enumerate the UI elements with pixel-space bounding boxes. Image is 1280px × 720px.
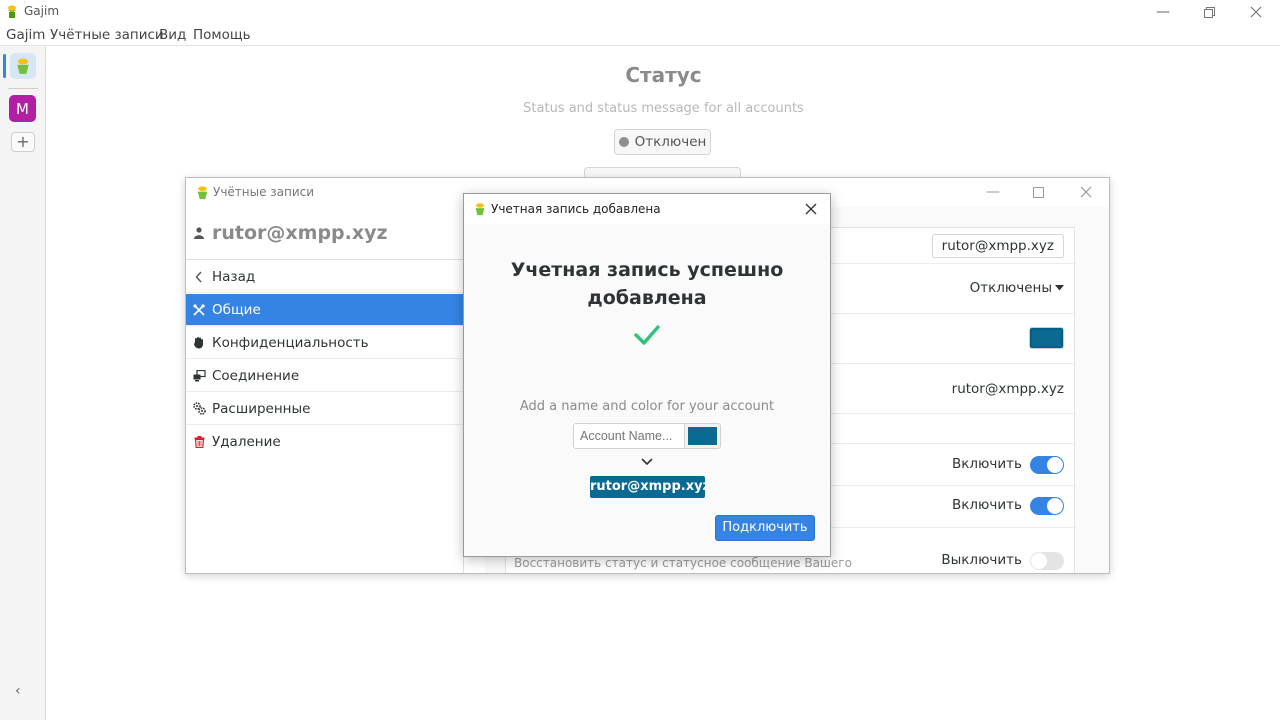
nav-advanced[interactable]: Расширенные — [186, 393, 464, 425]
close-icon[interactable] — [1244, 2, 1268, 22]
user-icon — [194, 227, 204, 239]
chevron-down-icon — [641, 458, 653, 466]
trash-icon — [186, 436, 212, 448]
toggle-2-label: Включить — [952, 497, 1022, 513]
status-selector-button[interactable]: Отключен — [614, 129, 711, 155]
toggle-1-switch[interactable] — [1030, 456, 1064, 474]
accounts-nav-panel: rutor@xmpp.xyz Назад Общие Конфиденциаль… — [186, 207, 464, 573]
sidebar-divider — [8, 88, 38, 89]
connect-button[interactable]: Подключить — [715, 515, 815, 541]
account-color-picker[interactable] — [684, 423, 721, 449]
menubar: Gajim Учётные записи Вид Помощь — [0, 24, 1280, 46]
nav-general-label: Общие — [212, 301, 261, 318]
gears-icon — [186, 402, 212, 415]
account-color-button[interactable] — [1029, 327, 1064, 349]
toggle-3-switch[interactable] — [1030, 552, 1064, 570]
nav-privacy[interactable]: Конфиденциальность — [186, 327, 464, 359]
account-added-dialog: Учетная запись добавлена Учетная запись … — [463, 193, 831, 557]
menu-help[interactable]: Помощь — [193, 27, 251, 43]
dialog-title: Учетная запись добавлена — [491, 202, 661, 216]
hand-icon — [186, 336, 212, 349]
gajim-logo-icon — [17, 58, 29, 74]
nav-advanced-label: Расширенные — [212, 400, 311, 417]
nav-back-label: Назад — [212, 268, 256, 285]
account-name-field[interactable]: rutor@xmpp.xyz — [931, 234, 1064, 258]
toggle-1-label: Включить — [952, 456, 1022, 472]
active-indicator — [3, 54, 6, 78]
account-header: rutor@xmpp.xyz — [186, 207, 464, 260]
gajim-logo-icon — [197, 186, 208, 200]
minimize-icon[interactable]: — — [982, 182, 1004, 202]
restore-icon[interactable] — [1197, 2, 1221, 22]
menu-gajim[interactable]: Gajim — [6, 27, 45, 43]
status-subtitle: Status and status message for all accoun… — [523, 101, 804, 116]
menu-accounts[interactable]: Учётные записи — [50, 27, 164, 43]
toggle-2-switch[interactable] — [1030, 497, 1064, 515]
close-icon[interactable] — [800, 198, 822, 220]
close-icon[interactable] — [1075, 182, 1097, 202]
menu-view[interactable]: Вид — [159, 27, 186, 43]
account-jid: rutor@xmpp.xyz — [212, 222, 388, 244]
status-title: Статус — [625, 63, 702, 87]
add-workspace-button[interactable]: + — [11, 132, 35, 152]
collapse-sidebar-icon[interactable]: ‹ — [15, 683, 21, 699]
tools-icon — [186, 303, 212, 316]
nav-privacy-label: Конфиденциальность — [212, 334, 369, 351]
minimize-icon[interactable]: — — [1151, 2, 1175, 22]
gajim-logo-icon — [475, 203, 485, 216]
maximize-icon[interactable] — [1027, 182, 1049, 202]
global-status-dropdown[interactable]: Отключены — [970, 280, 1052, 296]
nav-connection-label: Соединение — [212, 367, 300, 384]
nav-general[interactable]: Общие — [186, 294, 464, 326]
account-name-input[interactable] — [573, 423, 685, 449]
network-icon — [186, 369, 212, 382]
dialog-heading: Учетная запись успешно добавлена — [510, 259, 784, 309]
status-button-label: Отключен — [634, 134, 707, 150]
nav-remove[interactable]: Удаление — [186, 426, 464, 458]
toggle-3-label: Выключить — [941, 552, 1022, 568]
nav-connection[interactable]: Соединение — [186, 360, 464, 392]
dialog-hint: Add a name and color for your account — [519, 399, 775, 414]
dropdown-arrow-icon — [1055, 285, 1064, 291]
restore-status-description: Восстановить статус и статусное сообщени… — [514, 556, 852, 570]
jid-value: rutor@xmpp.xyz — [951, 381, 1064, 397]
account-avatar-button[interactable]: M — [9, 95, 36, 122]
dialog-titlebar: Учетная запись добавлена — [464, 194, 830, 224]
accounts-window-title: Учётные записи — [213, 185, 315, 199]
main-titlebar: Gajim — — [0, 0, 1280, 24]
offline-status-icon — [618, 137, 629, 147]
nav-remove-label: Удаление — [212, 434, 281, 450]
gajim-workspace-button[interactable] — [10, 53, 36, 79]
window-title: Gajim — [24, 4, 60, 18]
workspace-sidebar: M + ‹ — [0, 46, 46, 720]
gajim-logo-icon — [8, 5, 16, 18]
jid-preview-badge: rutor@xmpp.xyz — [590, 476, 710, 498]
chevron-left-icon — [186, 271, 212, 283]
nav-back[interactable]: Назад — [186, 261, 464, 293]
checkmark-icon — [634, 325, 660, 345]
